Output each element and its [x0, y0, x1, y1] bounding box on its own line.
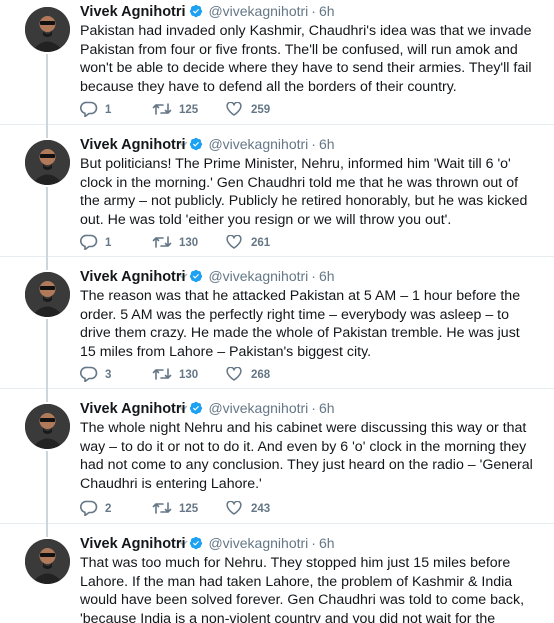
reply-count: 1: [105, 237, 112, 249]
verified-badge-icon: [189, 4, 203, 23]
retweet-icon: [152, 102, 172, 119]
retweet-icon: [152, 501, 172, 518]
like-button[interactable]: 259: [226, 100, 270, 120]
tweet-timestamp[interactable]: 6h: [319, 3, 335, 19]
like-button[interactable]: 261: [226, 233, 270, 253]
reply-button[interactable]: 3: [80, 365, 111, 385]
avatar-image: [25, 539, 70, 584]
like-icon: [226, 366, 244, 383]
separator-dot: ·: [311, 136, 316, 152]
retweet-count: 130: [179, 237, 199, 249]
avatar[interactable]: [25, 140, 70, 185]
separator-dot: ·: [311, 3, 316, 19]
retweet-button[interactable]: 125: [152, 499, 198, 519]
tweet-header: Vivek Agnihotri @vivekagnihotri · 6h: [80, 267, 335, 286]
tweet-text: The whole night Nehru and his cabinet we…: [80, 420, 533, 492]
avatar-image: [25, 404, 70, 449]
like-count: 259: [251, 104, 271, 116]
reply-count: 1: [105, 104, 112, 116]
tweet[interactable]: Vivek Agnihotri @vivekagnihotri · 6h The r…: [0, 257, 554, 402]
tweet[interactable]: Vivek Agnihotri @vivekagnihotri · 6h Pakis…: [0, 0, 554, 138]
tweet[interactable]: Vivek Agnihotri @vivekagnihotri · 6h But p…: [0, 125, 554, 270]
like-count: 243: [251, 503, 271, 515]
tweet-text: Pakistan had invaded only Kashmir, Chaud…: [80, 23, 532, 95]
avatar-image: [25, 7, 70, 52]
reply-count: 2: [105, 503, 112, 515]
retweet-button[interactable]: 130: [152, 365, 198, 385]
tweet-header: Vivek Agnihotri @vivekagnihotri · 6h: [80, 534, 335, 553]
like-count: 268: [251, 369, 271, 381]
verified-badge-icon: [189, 137, 203, 156]
like-icon: [226, 234, 244, 251]
reply-button[interactable]: 1: [80, 233, 111, 253]
retweet-icon: [152, 235, 172, 252]
retweet-button[interactable]: 125: [152, 100, 198, 120]
retweet-count: 130: [179, 369, 199, 381]
tweet-actions: 2 125 243: [80, 499, 300, 519]
avatar-image: [25, 272, 70, 317]
retweet-count: 125: [179, 104, 199, 116]
author-handle[interactable]: @vivekagnihotri: [208, 136, 308, 152]
verified-badge-icon: [189, 269, 203, 288]
reply-button[interactable]: 2: [80, 499, 111, 519]
author-handle[interactable]: @vivekagnihotri: [208, 3, 308, 19]
author-name[interactable]: Vivek Agnihotri: [80, 137, 186, 153]
tweet-actions: 1 125 259: [80, 100, 300, 120]
avatar[interactable]: [25, 404, 70, 449]
tweet-actions: 3 130 268: [80, 365, 300, 385]
like-button[interactable]: 243: [226, 499, 270, 519]
tweet-timestamp[interactable]: 6h: [319, 268, 335, 284]
separator-dot: ·: [311, 268, 316, 284]
tweet-thread: Vivek Agnihotri @vivekagnihotri · 6h Pakis…: [0, 0, 554, 623]
retweet-count: 125: [179, 503, 199, 515]
author-name[interactable]: Vivek Agnihotri: [80, 536, 186, 552]
avatar[interactable]: [25, 539, 70, 584]
tweet-header: Vivek Agnihotri @vivekagnihotri · 6h: [80, 399, 335, 418]
retweet-icon: [152, 367, 172, 384]
tweet-actions: 1 130 261: [80, 233, 300, 253]
avatar-image: [25, 140, 70, 185]
reply-button[interactable]: 1: [80, 100, 111, 120]
like-button[interactable]: 268: [226, 365, 270, 385]
tweet-timestamp[interactable]: 6h: [319, 535, 335, 551]
tweet[interactable]: Vivek Agnihotri @vivekagnihotri · 6h That …: [0, 524, 554, 623]
author-name[interactable]: Vivek Agnihotri: [80, 4, 186, 20]
tweet-header: Vivek Agnihotri @vivekagnihotri · 6h: [80, 2, 335, 21]
tweet-text: But politicians! The Prime Minister, Neh…: [80, 156, 528, 228]
reply-icon: [80, 366, 98, 385]
author-name[interactable]: Vivek Agnihotri: [80, 401, 186, 417]
reply-icon: [80, 234, 98, 253]
tweet-timestamp[interactable]: 6h: [319, 400, 335, 416]
like-count: 261: [251, 237, 271, 249]
author-handle[interactable]: @vivekagnihotri: [208, 268, 308, 284]
like-icon: [226, 500, 244, 517]
retweet-button[interactable]: 130: [152, 233, 198, 253]
reply-icon: [80, 101, 98, 120]
separator-dot: ·: [311, 400, 316, 416]
avatar[interactable]: [25, 7, 70, 52]
author-name[interactable]: Vivek Agnihotri: [80, 269, 186, 285]
verified-badge-icon: [189, 401, 203, 420]
tweet[interactable]: Vivek Agnihotri @vivekagnihotri · 6h The w…: [0, 389, 554, 537]
like-icon: [226, 101, 244, 118]
tweet-text: The reason was that he attacked Pakistan…: [80, 288, 521, 360]
verified-badge-icon: [189, 536, 203, 555]
tweet-header: Vivek Agnihotri @vivekagnihotri · 6h: [80, 135, 335, 154]
avatar[interactable]: [25, 272, 70, 317]
author-handle[interactable]: @vivekagnihotri: [208, 400, 308, 416]
reply-count: 3: [105, 369, 112, 381]
tweet-text: That was too much for Nehru. They stoppe…: [80, 555, 525, 623]
separator-dot: ·: [311, 535, 316, 551]
reply-icon: [80, 500, 98, 519]
tweet-timestamp[interactable]: 6h: [319, 136, 335, 152]
author-handle[interactable]: @vivekagnihotri: [208, 535, 308, 551]
